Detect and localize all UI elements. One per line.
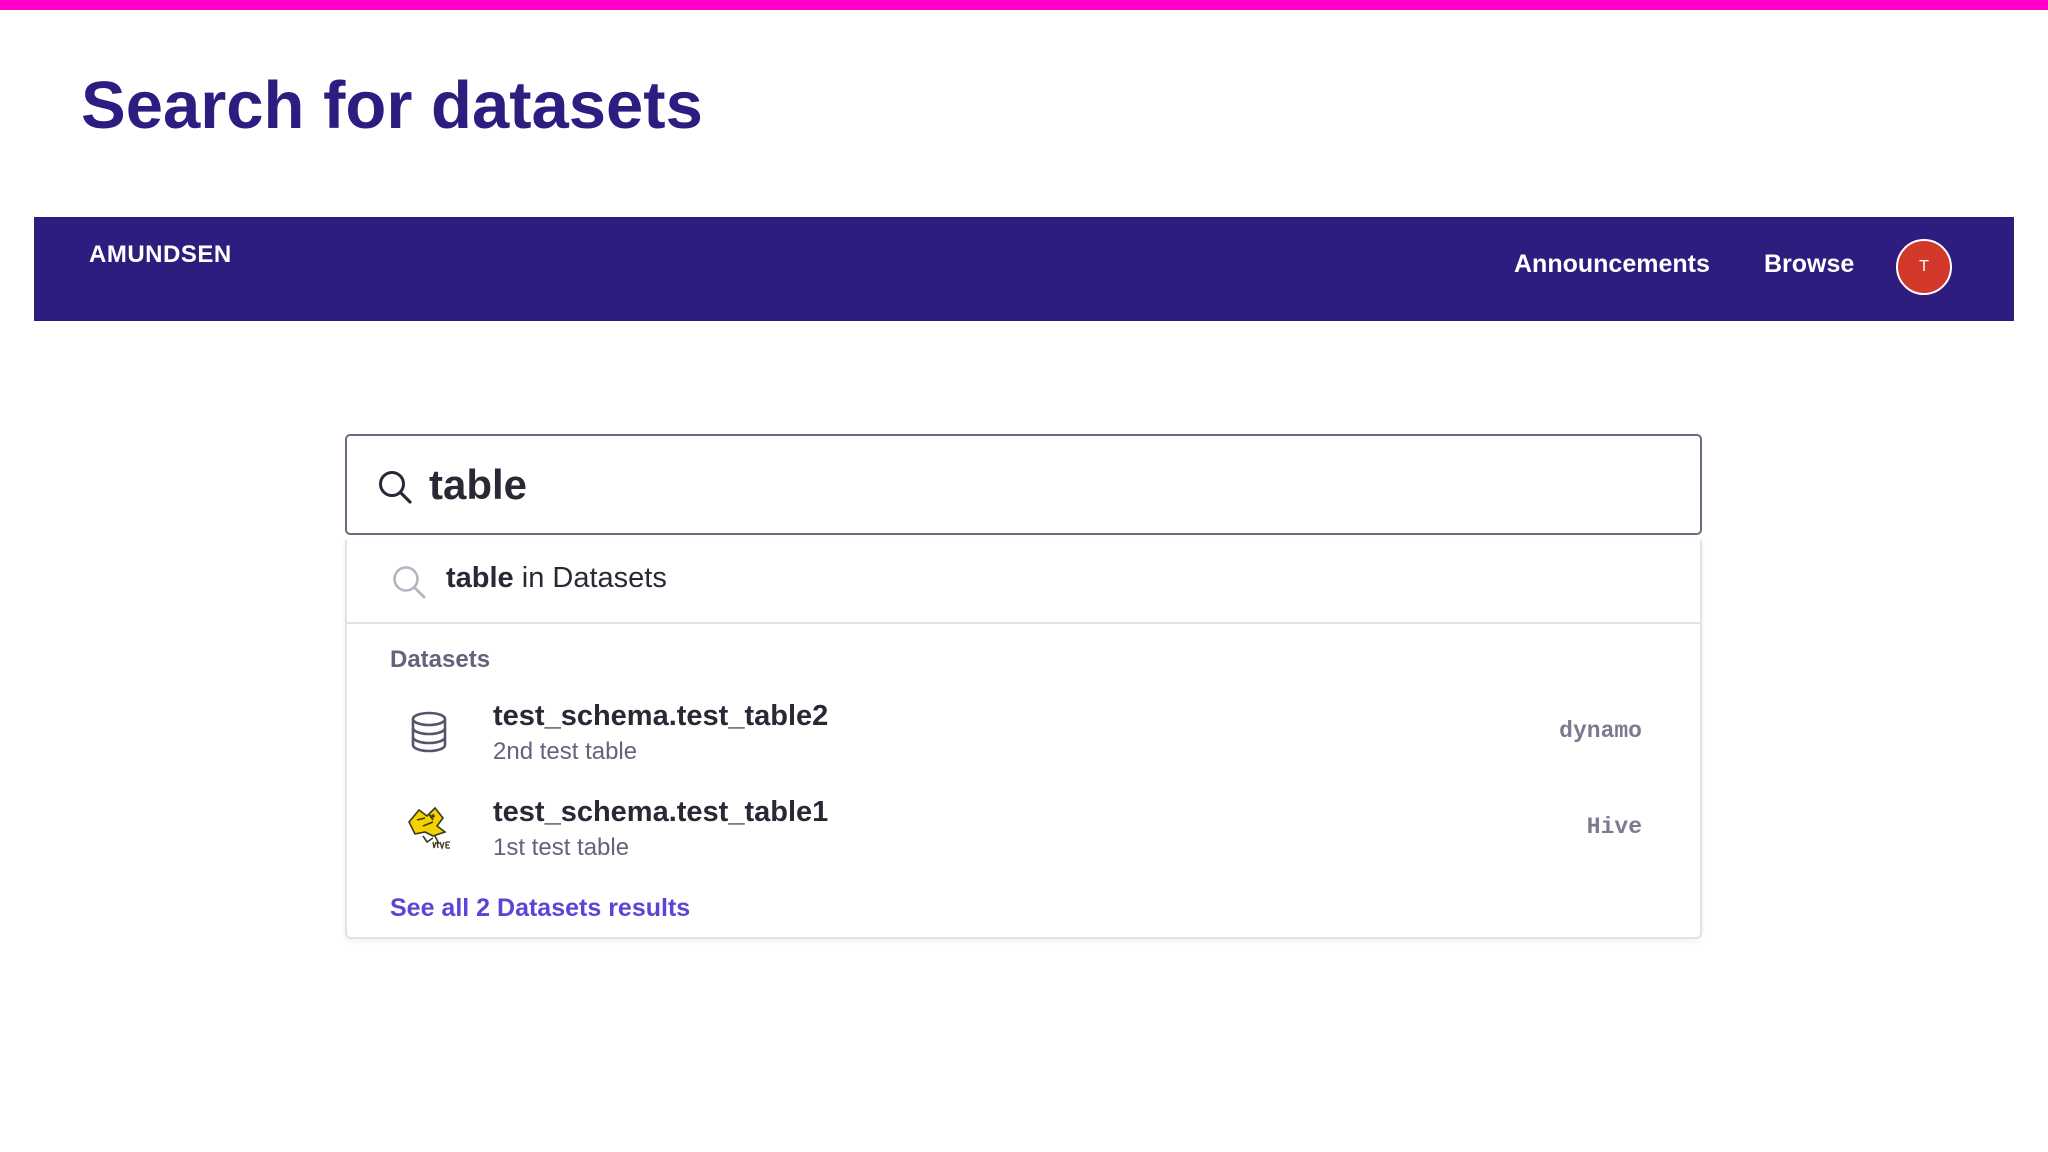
- brand-logo[interactable]: AMUNDSEN: [89, 241, 232, 269]
- result-row[interactable]: test_schema.test_table2 2nd test table d…: [347, 690, 1700, 780]
- search-suggestion-row[interactable]: table in Datasets: [347, 540, 1700, 624]
- result-description: 1st test table: [493, 834, 630, 861]
- result-title: test_schema.test_table1: [493, 796, 829, 828]
- result-description: 2nd test table: [493, 738, 638, 765]
- hive-logo-icon: [408, 806, 450, 851]
- search-autocomplete-dropdown: table in Datasets Datasets test_schema.t…: [345, 540, 1702, 939]
- nav-browse-link[interactable]: Browse: [1764, 250, 1854, 279]
- user-avatar[interactable]: T: [1896, 239, 1952, 295]
- suggestion-term: table: [446, 562, 514, 594]
- result-title: test_schema.test_table2: [493, 700, 829, 732]
- search-bar[interactable]: [345, 434, 1702, 535]
- suggestion-suffix: in Datasets: [513, 562, 667, 594]
- nav-announcements-link[interactable]: Announcements: [1514, 250, 1710, 279]
- result-row[interactable]: test_schema.test_table1 1st test table H…: [347, 786, 1700, 876]
- result-source: dynamo: [1559, 718, 1642, 744]
- top-accent-bar: [0, 0, 2048, 10]
- suggestion-text: table in Datasets: [446, 562, 667, 595]
- see-all-results-link[interactable]: See all 2 Datasets results: [390, 894, 690, 923]
- slide-title: Search for datasets: [81, 68, 703, 143]
- search-icon: [393, 566, 426, 599]
- navbar: AMUNDSEN Announcements Browse T: [34, 217, 2014, 321]
- search-icon: [379, 471, 412, 504]
- result-source: Hive: [1586, 814, 1642, 840]
- section-label-datasets: Datasets: [390, 646, 491, 673]
- amundsen-app: AMUNDSEN Announcements Browse T table in…: [34, 217, 2014, 1117]
- database-icon: [411, 711, 447, 753]
- search-input[interactable]: [429, 450, 1669, 520]
